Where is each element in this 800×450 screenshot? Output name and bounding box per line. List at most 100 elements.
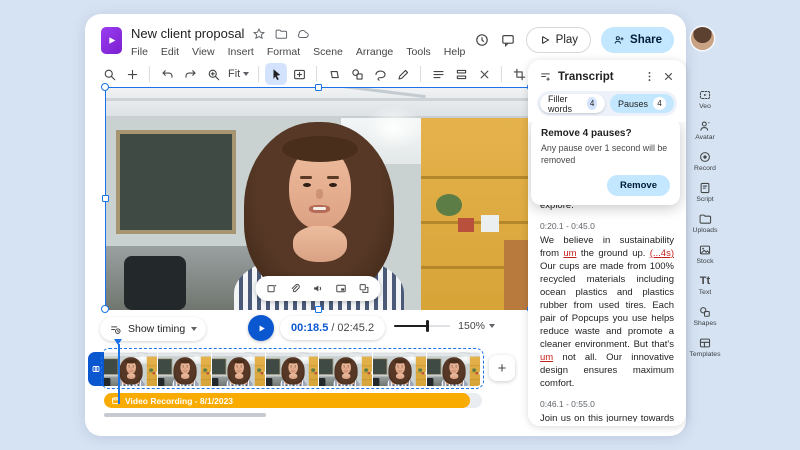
- comments-icon[interactable]: [500, 32, 516, 48]
- rail-item-script[interactable]: Script: [689, 181, 721, 203]
- clip-thumbnail[interactable]: [266, 352, 320, 386]
- rail-item-record[interactable]: Record: [689, 150, 721, 172]
- select-icon[interactable]: [265, 63, 287, 85]
- zoom-slider-thumb[interactable]: [426, 320, 429, 332]
- scene-chair: [266, 378, 272, 386]
- rail-item-stock[interactable]: Stock: [689, 243, 721, 265]
- clip-thumbnail[interactable]: [427, 352, 481, 386]
- zoom-in-icon[interactable]: [121, 63, 143, 85]
- audio-clip[interactable]: Video Recording - 8/1/2023: [104, 393, 470, 408]
- toolbar-separator: [420, 66, 421, 82]
- version-history-icon[interactable]: [474, 32, 490, 48]
- scene-boxr: [260, 372, 262, 374]
- volume-icon[interactable]: [312, 282, 325, 295]
- play-button[interactable]: Play: [526, 27, 591, 53]
- close-icon[interactable]: [662, 70, 675, 83]
- filler-word[interactable]: (...4s): [650, 248, 674, 259]
- clip-thumbnail[interactable]: [158, 352, 212, 386]
- scene-board: [116, 130, 236, 234]
- rail-item-templates[interactable]: Templates: [689, 336, 721, 358]
- clip-thumbnail[interactable]: [319, 352, 373, 386]
- clear-format-icon[interactable]: [473, 63, 495, 85]
- filler-word[interactable]: um: [563, 248, 576, 259]
- redo-icon[interactable]: [179, 63, 201, 85]
- scene-eyer: [186, 367, 187, 368]
- clip-thumbnail[interactable]: [104, 352, 158, 386]
- resize-handle-left[interactable]: [102, 195, 109, 202]
- remove-button[interactable]: Remove: [607, 175, 670, 196]
- scene-fringe: [287, 359, 299, 363]
- app-logo[interactable]: [101, 27, 122, 54]
- resize-handle-top[interactable]: [315, 84, 322, 91]
- lasso-icon[interactable]: [369, 63, 391, 85]
- rail-item-shapes[interactable]: Shapes: [689, 305, 721, 327]
- menu-format[interactable]: Format: [267, 46, 300, 58]
- resize-handle-bottom-left[interactable]: [101, 305, 109, 313]
- video-frame[interactable]: [105, 87, 531, 309]
- filler-word[interactable]: um: [540, 352, 553, 363]
- attach-icon[interactable]: [289, 282, 302, 295]
- resize-handle-top-left[interactable]: [101, 83, 109, 91]
- undo-icon[interactable]: [156, 63, 178, 85]
- transcript-paragraph[interactable]: We believe in sustainability from um the…: [540, 234, 674, 390]
- zoom-level-dropdown[interactable]: 150%: [458, 320, 495, 332]
- chevron-down-icon: [489, 324, 495, 328]
- distribute-icon[interactable]: [450, 63, 472, 85]
- text-box-icon[interactable]: [288, 63, 310, 85]
- chip-filler-words[interactable]: Filler words 4: [540, 94, 605, 113]
- pen-icon[interactable]: [392, 63, 414, 85]
- zoom-selection-icon[interactable]: [202, 63, 224, 85]
- document-title[interactable]: New client proposal: [131, 26, 244, 41]
- menu-insert[interactable]: Insert: [228, 46, 254, 58]
- rail-item-avatar[interactable]: Avatar: [689, 119, 721, 141]
- menu-edit[interactable]: Edit: [161, 46, 179, 58]
- more-options-icon[interactable]: [643, 70, 656, 83]
- scene-browr: [327, 176, 339, 179]
- rail-item-veo[interactable]: Veo: [689, 88, 721, 110]
- scene-board: [104, 359, 118, 375]
- chevron-down-icon: [191, 327, 197, 331]
- scene-pipe1: [106, 98, 532, 101]
- scene-eyel: [303, 183, 311, 187]
- crop-icon[interactable]: [508, 63, 530, 85]
- transcript-timestamp: 0:46.1 - 0:55.0: [540, 399, 674, 409]
- playhead[interactable]: [118, 344, 120, 404]
- scene-board: [319, 359, 333, 375]
- zoom-slider[interactable]: [394, 325, 450, 328]
- timeline-scrollbar[interactable]: [104, 413, 266, 417]
- menu-tools[interactable]: Tools: [406, 46, 431, 58]
- menu-help[interactable]: Help: [444, 46, 466, 58]
- clip-thumbnail[interactable]: [373, 352, 427, 386]
- pip-icon[interactable]: [335, 282, 348, 295]
- menu-arrange[interactable]: Arrange: [356, 46, 393, 58]
- fit-dropdown[interactable]: Fit: [225, 68, 252, 80]
- show-timing-button[interactable]: Show timing: [100, 317, 206, 341]
- resize-handle-bottom[interactable]: [315, 306, 322, 313]
- shapes-icon[interactable]: [346, 63, 368, 85]
- rail-item-text[interactable]: TtText: [689, 274, 721, 296]
- clip-thumbnail[interactable]: [212, 352, 266, 386]
- star-icon[interactable]: [252, 27, 266, 41]
- clip-drag-handle[interactable]: [88, 352, 104, 386]
- mask-icon[interactable]: [323, 63, 345, 85]
- chip-pauses[interactable]: Pauses 4: [610, 94, 674, 113]
- timeline-play-button[interactable]: [248, 315, 274, 341]
- style-icon[interactable]: [358, 282, 371, 295]
- video-track-clip[interactable]: [104, 352, 481, 386]
- transcript-paragraph[interactable]: Join us on this journey towards a more s…: [540, 412, 674, 422]
- user-avatar[interactable]: [691, 27, 714, 50]
- share-button[interactable]: Share: [601, 27, 674, 53]
- rail-item-uploads[interactable]: Uploads: [689, 212, 721, 234]
- effects-icon[interactable]: [266, 282, 279, 295]
- menu-file[interactable]: File: [131, 46, 148, 58]
- transcript-title: Transcript: [558, 71, 637, 83]
- move-folder-icon[interactable]: [274, 27, 288, 41]
- scene-chair: [373, 378, 379, 386]
- cloud-saved-icon[interactable]: [296, 27, 310, 41]
- border-lines-icon[interactable]: [427, 63, 449, 85]
- add-scene-button[interactable]: +: [489, 355, 515, 381]
- zoom-icon[interactable]: [98, 63, 120, 85]
- scene-eyer: [294, 367, 295, 368]
- menu-scene[interactable]: Scene: [313, 46, 343, 58]
- menu-view[interactable]: View: [192, 46, 215, 58]
